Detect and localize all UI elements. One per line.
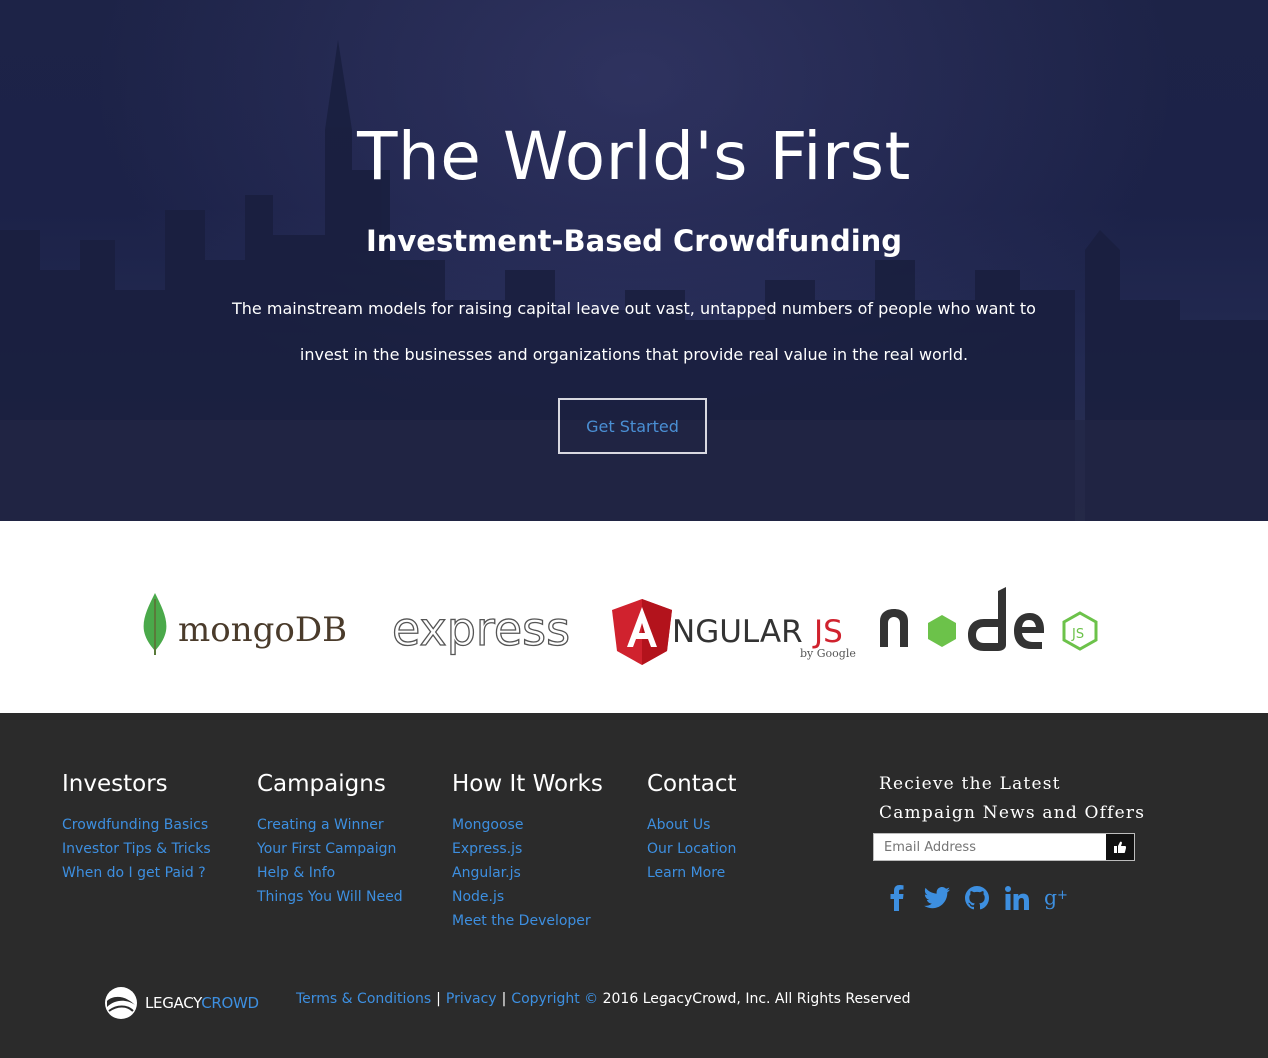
github-icon[interactable]	[964, 883, 990, 913]
footer-link[interactable]: Investor Tips & Tricks	[62, 837, 211, 861]
footer-link[interactable]: Creating a Winner	[257, 813, 403, 837]
footer-link[interactable]: About Us	[647, 813, 736, 837]
footer-link[interactable]: Angular.js	[452, 861, 603, 885]
get-started-button[interactable]: Get Started	[558, 398, 707, 454]
copyright-text: 2016 LegacyCrowd, Inc. All Rights Reserv…	[602, 991, 911, 1007]
footer-column-title: How It Works	[452, 771, 603, 797]
subscribe-button[interactable]	[1106, 834, 1134, 860]
hero-description: The mainstream models for raising capita…	[232, 299, 1036, 364]
footer-column-title: Investors	[62, 771, 168, 797]
newsletter-title: Recieve the Latest Campaign News and Off…	[879, 770, 1145, 828]
nodejs-logo: JS	[880, 587, 1098, 651]
angular-logo-text: NGULAR	[672, 614, 803, 650]
thumbs-up-icon	[1114, 841, 1126, 853]
email-input[interactable]	[874, 834, 1106, 860]
footer-link[interactable]: Crowdfunding Basics	[62, 813, 211, 837]
hero-section: The World's First Investment-Based Crowd…	[0, 0, 1268, 521]
hero-subtitle: Investment-Based Crowdfunding	[365, 224, 903, 258]
angular-by-google-text: by Google	[800, 647, 856, 660]
legacycrowd-logo[interactable]: LEGACYCROWD	[103, 985, 259, 1021]
footer-column-campaigns: Campaigns Creating a Winner Your First C…	[257, 771, 403, 909]
privacy-link[interactable]: Privacy	[446, 991, 497, 1007]
footer-column-investors: Investors Crowdfunding Basics Investor T…	[62, 771, 211, 885]
svg-text:JS: JS	[1071, 627, 1084, 642]
copyright-link[interactable]: Copyright ©	[511, 991, 598, 1007]
angularjs-logo: NGULAR JS by Google	[612, 599, 856, 665]
footer-link[interactable]: Mongoose	[452, 813, 603, 837]
svg-text:g: g	[1044, 886, 1057, 910]
newsletter-title-line1: Recieve the Latest	[879, 774, 1061, 794]
linkedin-icon[interactable]	[1004, 883, 1030, 913]
footer-link[interactable]: When do I get Paid ?	[62, 861, 211, 885]
footer-link[interactable]: Meet the Developer	[452, 909, 603, 933]
social-icons: g +	[884, 883, 1070, 913]
footer-link[interactable]: Help & Info	[257, 861, 403, 885]
google-plus-icon[interactable]: g +	[1044, 883, 1070, 913]
site-footer: Investors Crowdfunding Basics Investor T…	[0, 713, 1268, 1058]
footer-link[interactable]: Things You Will Need	[257, 885, 403, 909]
footer-link[interactable]: Our Location	[647, 837, 736, 861]
tech-logos-strip: mongoDB express NGULAR JS by Google JS	[0, 521, 1268, 713]
footer-link[interactable]: Learn More	[647, 861, 736, 885]
newsletter-title-line2: Campaign News and Offers	[879, 803, 1146, 823]
legacycrowd-logo-icon	[105, 987, 137, 1019]
footer-bottom-links: Terms & Conditions | Privacy | Copyright © 2…	[296, 991, 911, 1007]
footer-column-title: Contact	[647, 771, 737, 797]
express-logo: express	[391, 601, 570, 656]
terms-link[interactable]: Terms & Conditions	[296, 991, 431, 1007]
newsletter-form	[873, 833, 1135, 861]
svg-text:+: +	[1057, 888, 1068, 903]
mongodb-logo: mongoDB	[143, 593, 347, 655]
express-logo-text: express	[392, 602, 570, 656]
footer-column-how-it-works: How It Works Mongoose Express.js Angular…	[452, 771, 603, 933]
twitter-icon[interactable]	[924, 883, 950, 913]
hero-title: The World's First	[357, 118, 911, 195]
footer-link[interactable]: Node.js	[452, 885, 603, 909]
footer-link[interactable]: Your First Campaign	[257, 837, 403, 861]
footer-column-contact: Contact About Us Our Location Learn More	[647, 771, 736, 885]
mongodb-logo-text: mongoDB	[178, 610, 347, 650]
footer-column-title: Campaigns	[257, 771, 386, 797]
brand-name: LEGACYCROWD	[145, 994, 259, 1012]
footer-link[interactable]: Express.js	[452, 837, 603, 861]
facebook-icon[interactable]	[884, 883, 910, 913]
angular-js-text: JS	[812, 614, 843, 650]
